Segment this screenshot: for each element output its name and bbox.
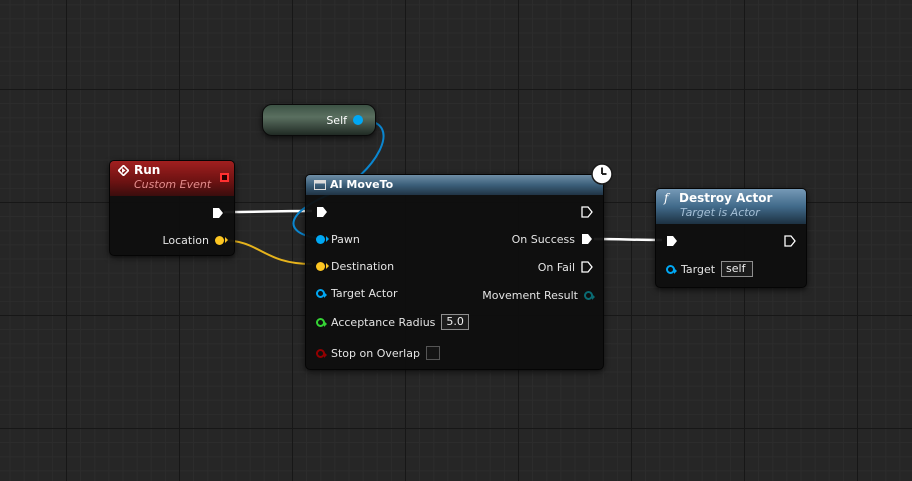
moveto-on-fail-pin[interactable]: On Fail	[538, 259, 593, 275]
moveto-pawn-pin[interactable]: Pawn	[316, 231, 360, 247]
event-diamond-icon	[118, 164, 129, 176]
moveto-stop-on-overlap-pin[interactable]: Stop on Overlap	[316, 345, 440, 361]
run-location-label: Location	[162, 233, 209, 247]
exec-in-icon[interactable]	[316, 206, 328, 218]
enum-pin-icon[interactable]	[584, 290, 595, 300]
moveto-target-actor-pin[interactable]: Target Actor	[316, 285, 397, 301]
self-pin[interactable]: Self	[326, 112, 363, 128]
destroy-actor-header: f Destroy Actor Target is Actor	[656, 189, 806, 224]
exec-out-icon[interactable]	[581, 233, 593, 245]
exec-wire-success-to-destroy	[593, 237, 663, 242]
run-event-subtitle: Custom Event	[134, 178, 212, 191]
vector-pin-icon[interactable]	[215, 235, 228, 245]
run-exec-out-pin[interactable]	[212, 205, 224, 221]
object-pin-icon[interactable]	[316, 234, 329, 244]
exec-in-icon[interactable]	[666, 235, 678, 247]
ai-moveto-header: AI MoveTo	[306, 175, 603, 195]
delegate-pin-icon[interactable]	[220, 173, 229, 182]
moveto-acceptance-radius-label: Acceptance Radius	[331, 315, 436, 329]
exec-out-icon[interactable]	[784, 235, 796, 247]
destroy-exec-in-pin[interactable]	[666, 233, 678, 249]
moveto-pawn-label: Pawn	[331, 232, 360, 246]
moveto-on-fail-label: On Fail	[537, 260, 575, 274]
run-event-header: Run Custom Event	[110, 161, 234, 196]
stop-on-overlap-checkbox[interactable]	[425, 346, 440, 360]
bool-pin-icon[interactable]	[316, 348, 327, 358]
run-location-pin[interactable]: Location	[162, 232, 228, 248]
moveto-exec-out-pin[interactable]	[581, 204, 593, 220]
moveto-exec-in-pin[interactable]	[316, 204, 328, 220]
self-pin-icon[interactable]	[353, 115, 363, 125]
moveto-destination-label: Destination	[331, 259, 395, 273]
run-event-title: Run	[134, 163, 161, 177]
destroy-actor-node[interactable]: f Destroy Actor Target is Actor Target s…	[655, 188, 807, 288]
destroy-target-label: Target	[681, 262, 716, 276]
destroy-exec-out-pin[interactable]	[784, 233, 796, 249]
destroy-actor-title: Destroy Actor	[679, 191, 773, 205]
destroy-target-pin[interactable]: Target self	[666, 261, 754, 277]
acceptance-radius-input[interactable]: 5.0	[441, 314, 469, 330]
moveto-target-actor-label: Target Actor	[331, 286, 398, 300]
moveto-on-success-pin[interactable]: On Success	[512, 231, 593, 247]
self-pin-label: Self	[326, 113, 347, 127]
function-icon: f	[664, 191, 669, 205]
node-icon	[314, 179, 326, 190]
exec-out-icon[interactable]	[212, 207, 224, 219]
exec-out-icon[interactable]	[581, 261, 593, 273]
ai-moveto-node[interactable]: AI MoveTo Pawn On Success Destination On	[305, 163, 613, 370]
ai-moveto-title: AI MoveTo	[330, 178, 394, 191]
moveto-movement-result-label: Movement Result	[482, 288, 578, 302]
exec-out-icon[interactable]	[581, 206, 593, 218]
self-node[interactable]: Self	[262, 104, 376, 136]
moveto-stop-on-overlap-label: Stop on Overlap	[331, 346, 420, 360]
destroy-target-input[interactable]: self	[721, 261, 754, 277]
moveto-on-success-label: On Success	[511, 232, 575, 246]
run-event-node[interactable]: Run Custom Event Location	[109, 160, 235, 256]
vector-pin-icon[interactable]	[316, 261, 329, 271]
destroy-actor-subtitle: Target is Actor	[680, 206, 760, 219]
float-pin-icon[interactable]	[316, 317, 327, 327]
moveto-acceptance-radius-pin[interactable]: Acceptance Radius 5.0	[316, 314, 469, 330]
object-pin-icon[interactable]	[316, 288, 327, 298]
moveto-movement-result-pin[interactable]: Movement Result	[482, 287, 595, 303]
moveto-destination-pin[interactable]: Destination	[316, 258, 394, 274]
clock-icon	[591, 163, 613, 185]
object-pin-icon[interactable]	[666, 264, 677, 274]
